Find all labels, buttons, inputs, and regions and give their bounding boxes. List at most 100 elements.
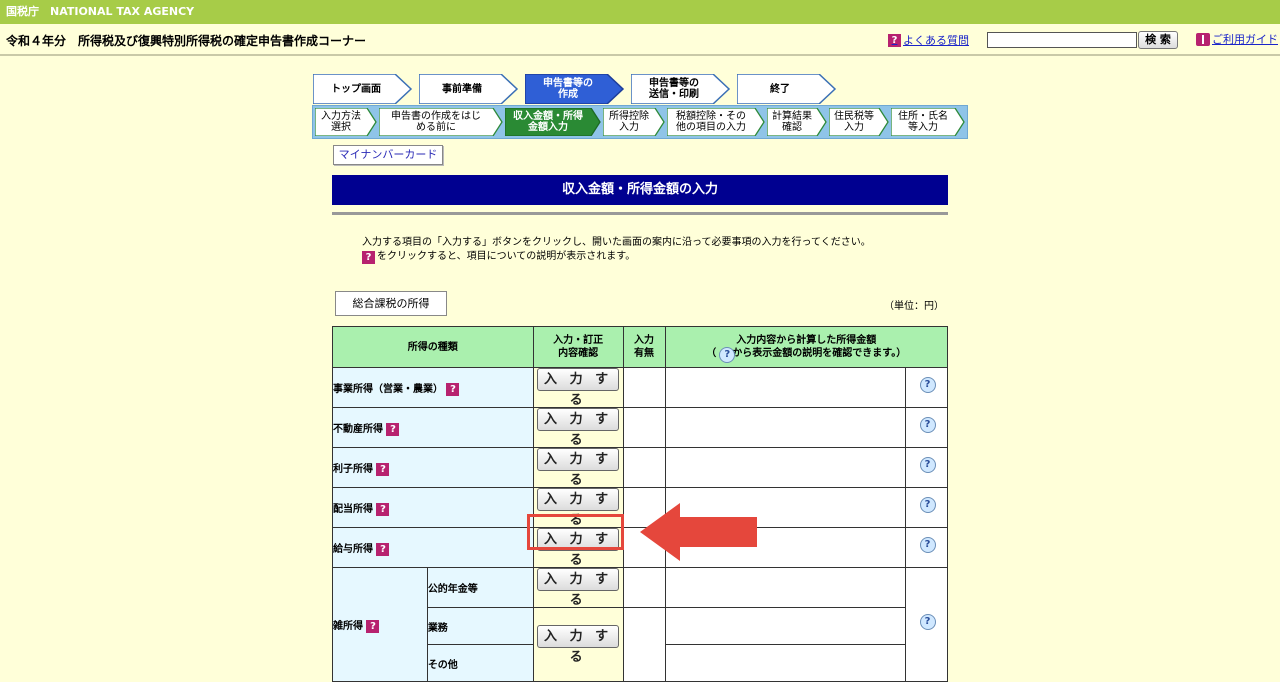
substep-label: 収入金額・所得 金額入力 xyxy=(513,111,583,133)
faq-link[interactable]: ? よくある質問 xyxy=(888,32,969,48)
substep-address: 住所・氏名 等入力 xyxy=(891,108,965,136)
instruction-line-2-text: をクリックすると、項目についての説明が表示されます。 xyxy=(377,251,636,262)
amount-cell xyxy=(664,607,906,645)
help-question-icon: ? xyxy=(362,250,375,264)
header-amount: 入力内容から計算した所得金額 （ から表示金額の説明を確認できます。） xyxy=(664,326,948,368)
substep-tax-credit: 税額控除・その 他の項目の入力 xyxy=(667,108,765,136)
page-title: 令和４年分 所得税及び復興特別所得税の確定申告書作成コーナー xyxy=(6,34,367,48)
help-bubble-icon[interactable] xyxy=(917,377,937,395)
table-row: 不動産所得 ? 入 力 す る xyxy=(332,407,948,448)
step-label: 申告書等の 作成 xyxy=(543,78,593,100)
step-send: 申告書等の 送信・印刷 xyxy=(631,74,731,104)
input-button[interactable]: 入 力 す る xyxy=(537,568,620,608)
row-label: 事業所得（営業・農業） ? xyxy=(332,367,534,408)
substep-label: 申告書の作成をはじ める前に xyxy=(391,111,481,133)
substep-label: 住所・氏名 等入力 xyxy=(898,111,948,133)
substep-label: 入力方法 選択 xyxy=(321,111,361,133)
row-label: 配当所得 ? xyxy=(332,487,534,528)
help-question-icon[interactable]: ? xyxy=(376,542,390,556)
input-button[interactable]: 入 力 す る xyxy=(537,408,620,448)
highlight-box xyxy=(527,514,624,550)
header-income-type: 所得の種類 xyxy=(332,326,534,368)
substep-input-method: 入力方法 選択 xyxy=(315,108,377,136)
mynumber-card-button[interactable]: マイナンバーカード xyxy=(333,145,443,165)
substep-label: 税額控除・その 他の項目の入力 xyxy=(676,111,746,133)
help-bubble-icon[interactable] xyxy=(917,537,937,555)
sub-row-label: 公的年金等 xyxy=(426,567,534,608)
step-label: 事前準備 xyxy=(442,83,482,95)
help-question-icon[interactable]: ? xyxy=(376,462,390,476)
step-prep: 事前準備 xyxy=(419,74,519,104)
table-row: 事業所得（営業・農業） ? 入 力 す る xyxy=(332,367,948,408)
row-label-text: 不動産所得 xyxy=(333,423,383,435)
substep-income: 収入金額・所得 金額入力 xyxy=(505,108,601,136)
substep-label: 住民税等 入力 xyxy=(834,111,874,133)
substep-before-start: 申告書の作成をはじ める前に xyxy=(379,108,503,136)
header-status: 入力 有無 xyxy=(622,326,666,368)
sub-row-label: 業務 xyxy=(426,607,534,645)
help-bubble-icon[interactable] xyxy=(917,417,937,435)
input-status-cell xyxy=(622,567,666,608)
step-label: 申告書等の 送信・印刷 xyxy=(649,78,699,100)
help-bubble-icon[interactable] xyxy=(917,614,937,632)
input-button[interactable]: 入 力 す る xyxy=(537,625,620,665)
row-label-text: 給与所得 xyxy=(333,543,373,555)
amount-cell xyxy=(664,367,906,408)
row-label: 利子所得 ? xyxy=(332,447,534,488)
guide-link[interactable]: ご利用ガイド xyxy=(1196,31,1278,47)
step-label: トップ画面 xyxy=(331,83,381,95)
header-confirm: 入力・訂正 内容確認 xyxy=(532,326,624,368)
substep-label: 所得控除 入力 xyxy=(609,111,649,133)
guide-label: ご利用ガイド xyxy=(1212,33,1278,46)
amount-cell xyxy=(664,567,906,608)
help-bubble-icon[interactable] xyxy=(917,457,937,475)
header-amount-line1: 入力内容から計算した所得金額 xyxy=(736,334,877,346)
main-step-bar: トップ画面 事前準備 申告書等の 作成 申告書等の 送信・印刷 終了 xyxy=(313,74,843,104)
input-status-cell xyxy=(622,607,666,682)
instructions: 入力する項目の「入力する」ボタンをクリックし、開いた画面の案内に沿って必要事項の… xyxy=(362,236,871,264)
header-amount-line2: （ から表示金額の説明を確認できます。） xyxy=(666,346,948,363)
help-question-icon[interactable]: ? xyxy=(446,382,460,396)
help-question-icon[interactable]: ? xyxy=(366,619,380,633)
table-row: 利子所得 ? 入 力 す る xyxy=(332,447,948,488)
row-label: 雑所得 ? xyxy=(332,567,428,682)
left-arrow-icon xyxy=(640,503,757,561)
substep-deduction: 所得控除 入力 xyxy=(603,108,665,136)
row-label-text: 利子所得 xyxy=(333,463,373,475)
search-button[interactable]: 検 索 xyxy=(1138,31,1178,49)
step-top: トップ画面 xyxy=(313,74,413,104)
row-label: 給与所得 ? xyxy=(332,527,534,568)
input-status-cell xyxy=(622,367,666,408)
help-question-icon: ? xyxy=(888,33,901,47)
step-end: 終了 xyxy=(737,74,837,104)
header-divider xyxy=(332,212,948,215)
search-input[interactable] xyxy=(987,32,1137,48)
row-label-text: 事業所得（営業・農業） xyxy=(333,383,443,395)
instruction-line-2: ? をクリックすると、項目についての説明が表示されます。 xyxy=(362,250,871,264)
row-label: 不動産所得 ? xyxy=(332,407,534,448)
input-button[interactable]: 入 力 す る xyxy=(537,448,620,488)
row-label-text: 配当所得 xyxy=(333,503,373,515)
sub-row-label: その他 xyxy=(426,644,534,682)
amount-cell xyxy=(664,447,906,488)
amount-cell xyxy=(664,644,906,682)
help-bubble-icon[interactable] xyxy=(917,497,937,515)
help-bubble-icon xyxy=(716,346,736,363)
input-button[interactable]: 入 力 す る xyxy=(537,488,620,528)
help-question-icon[interactable]: ? xyxy=(386,422,400,436)
tab-general-taxation[interactable]: 総合課税の所得 xyxy=(335,291,447,316)
step-label: 終了 xyxy=(770,83,790,95)
substep-resident-tax: 住民税等 入力 xyxy=(829,108,889,136)
step-create: 申告書等の 作成 xyxy=(525,74,625,104)
header-amount-line2-text: から表示金額の説明を確認できます。） xyxy=(732,348,907,359)
amount-cell xyxy=(664,407,906,448)
sub-step-bar: 入力方法 選択 申告書の作成をはじ める前に 収入金額・所得 金額入力 所得控除… xyxy=(312,105,968,139)
section-header: 収入金額・所得金額の入力 xyxy=(332,175,948,205)
instruction-line-1: 入力する項目の「入力する」ボタンをクリックし、開いた画面の案内に沿って必要事項の… xyxy=(362,237,871,248)
input-status-cell xyxy=(622,407,666,448)
substep-label: 計算結果 確認 xyxy=(772,111,812,133)
help-question-icon[interactable]: ? xyxy=(376,502,390,516)
faq-label: よくある質問 xyxy=(903,34,969,47)
substep-result: 計算結果 確認 xyxy=(767,108,827,136)
input-button[interactable]: 入 力 す る xyxy=(537,368,620,408)
